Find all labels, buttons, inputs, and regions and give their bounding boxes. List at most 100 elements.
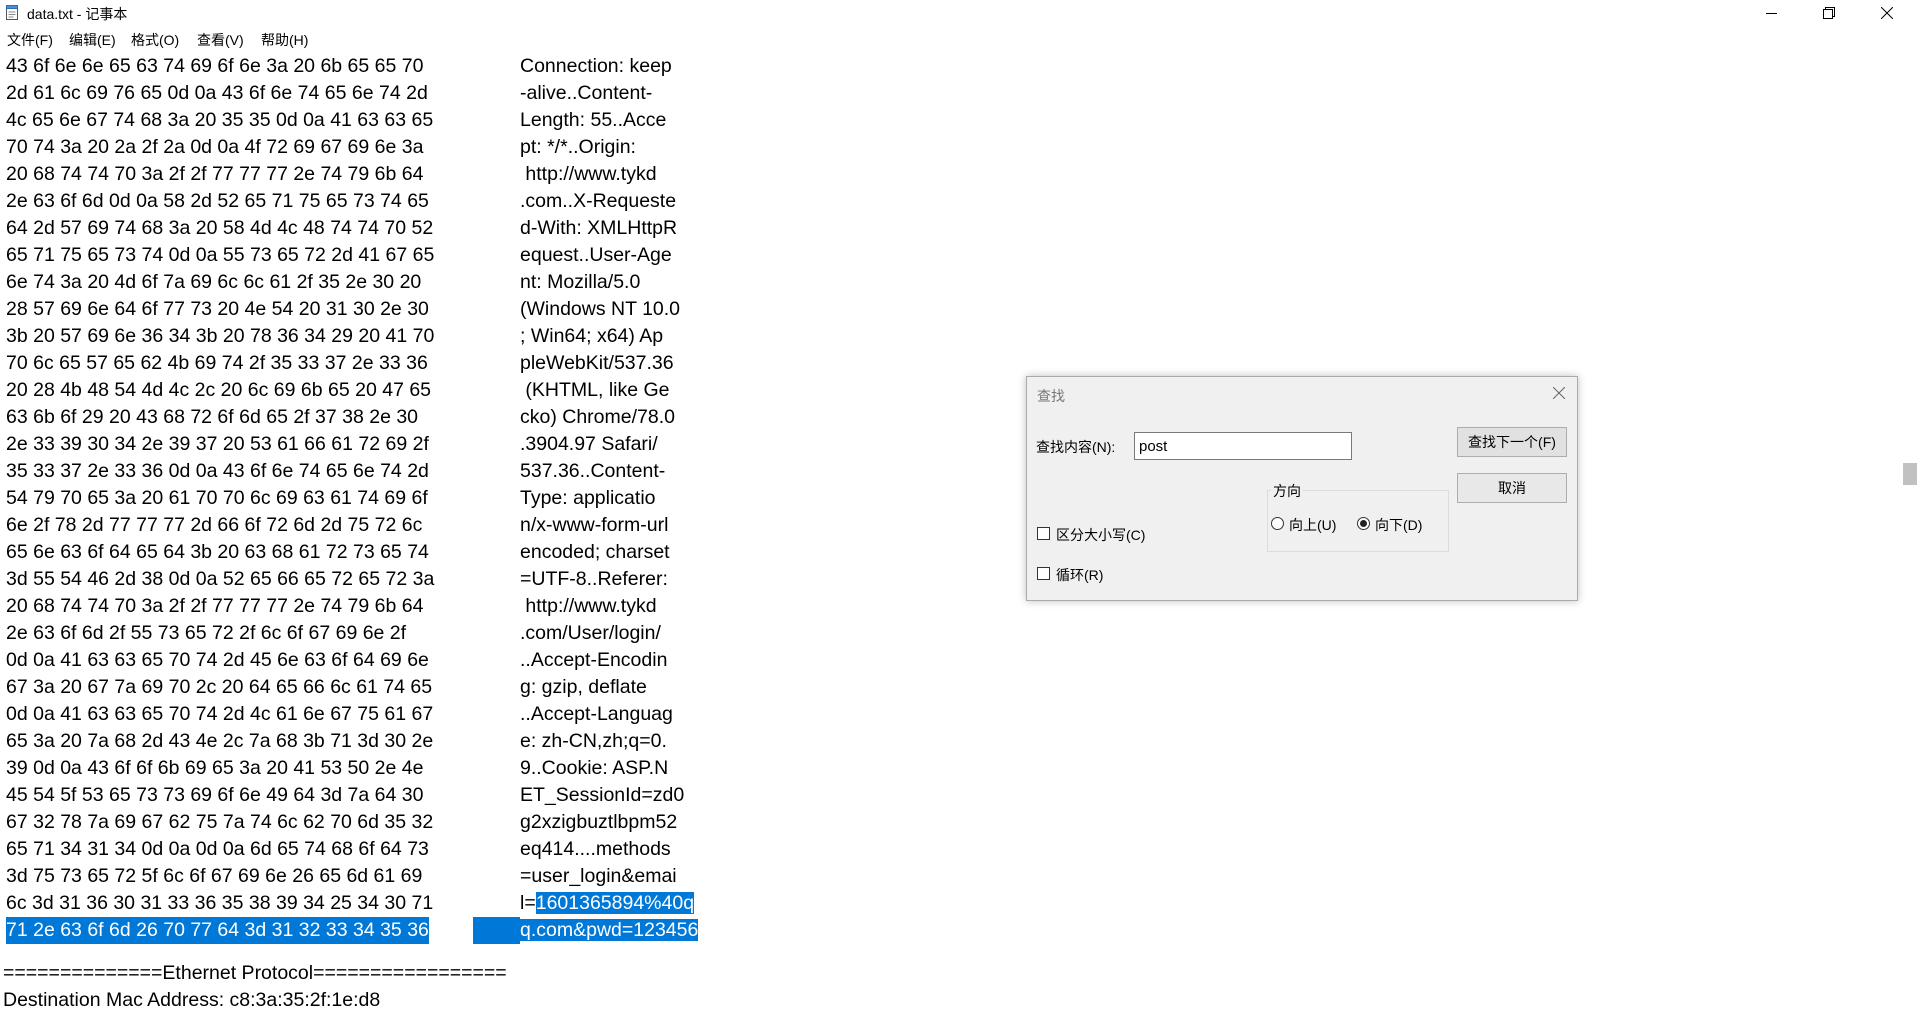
text-editor[interactable]: 43 6f 6e 6e 65 63 74 69 6f 6e 3a 20 6b 6… xyxy=(0,53,1900,1023)
hex-bytes: 43 6f 6e 6e 65 63 74 69 6f 6e 3a 20 6b 6… xyxy=(6,55,424,77)
hex-bytes: 3d 75 73 65 72 5f 6c 6f 67 69 6e 26 65 6… xyxy=(6,865,423,887)
hex-bytes: 20 28 4b 48 54 4d 4c 2c 20 6c 69 6b 65 2… xyxy=(6,379,432,401)
notepad-icon xyxy=(6,5,18,20)
hex-bytes: 6e 74 3a 20 4d 6f 7a 69 6c 6c 61 2f 35 2… xyxy=(6,271,422,293)
menu-view[interactable]: 查看(V) xyxy=(197,30,244,50)
ascii-text: equest..User-Age xyxy=(520,244,672,266)
hex-bytes: 39 0d 0a 43 6f 6f 6b 69 65 3a 20 41 53 5… xyxy=(6,757,424,779)
ascii-text: ..Accept-Encodin xyxy=(520,649,668,671)
ascii-text: nt: Mozilla/5.0 xyxy=(520,271,641,293)
ascii-text: pt: */*..Origin: xyxy=(520,136,636,158)
hex-bytes: 2e 63 6f 6d 0d 0a 58 2d 52 65 71 75 65 7… xyxy=(6,190,429,212)
ascii-text: ; Win64; x64) Ap xyxy=(520,325,664,347)
hex-dump-line: 65 3a 20 7a 68 2d 43 4e 2c 7a 68 3b 71 3… xyxy=(3,728,783,755)
direction-up-radio[interactable] xyxy=(1271,517,1284,530)
hex-dump-line: 45 54 5f 53 65 73 73 69 6f 6e 49 64 3d 7… xyxy=(3,782,783,809)
hex-bytes: 6c 3d 31 36 30 31 33 36 35 38 39 34 25 3… xyxy=(6,892,434,914)
title-bar: data.txt - 记事本 xyxy=(0,0,1920,26)
hex-bytes: 6e 2f 78 2d 77 77 77 2d 66 6f 72 6d 2d 7… xyxy=(6,514,423,536)
hex-dump-line: 67 32 78 7a 69 67 62 75 7a 74 6c 62 70 6… xyxy=(3,809,783,836)
minimize-button[interactable] xyxy=(1748,0,1794,26)
ascii-text: n/x-www-form-url xyxy=(520,514,669,536)
find-what-input[interactable] xyxy=(1134,432,1352,460)
ascii-text: encoded; charset xyxy=(520,541,670,563)
menu-bar: 文件(F) 编辑(E) 格式(O) 查看(V) 帮助(H) xyxy=(0,27,1920,51)
wrap-around-label[interactable]: 循环(R) xyxy=(1056,565,1103,585)
ascii-text: g2xzigbuztlbpm52 xyxy=(520,811,678,833)
ascii-text: (KHTML, like Ge xyxy=(520,379,670,401)
footer-line: ==============Ethernet Protocol=========… xyxy=(3,962,507,984)
hex-dump-line: 0d 0a 41 63 63 65 70 74 2d 4c 61 6e 67 7… xyxy=(3,701,783,728)
window-title: data.txt - 记事本 xyxy=(27,6,128,22)
find-dialog: 查找 查找内容(N): 查找下一个(F) 取消 方向 向上(U) 向下(D) 区… xyxy=(1026,376,1578,601)
hex-bytes: 3b 20 57 69 6e 36 34 3b 20 78 36 34 29 2… xyxy=(6,325,435,347)
ascii-text: pleWebKit/537.36 xyxy=(520,352,674,374)
match-case-label[interactable]: 区分大小写(C) xyxy=(1056,525,1145,545)
hex-dump-line: 2e 63 6f 6d 0d 0a 58 2d 52 65 71 75 65 7… xyxy=(3,188,783,215)
hex-dump-line: 2d 61 6c 69 76 65 0d 0a 43 6f 6e 74 65 6… xyxy=(3,80,783,107)
hex-dump-line: 65 71 75 65 73 74 0d 0a 55 73 65 72 2d 4… xyxy=(3,242,783,269)
ascii-text: Type: applicatio xyxy=(520,487,656,509)
close-button[interactable] xyxy=(1864,0,1910,26)
menu-edit[interactable]: 编辑(E) xyxy=(69,30,116,50)
hex-dump-line: 43 6f 6e 6e 65 63 74 69 6f 6e 3a 20 6b 6… xyxy=(3,53,783,80)
ascii-text: http://www.tykd xyxy=(520,595,657,617)
hex-dump-line: 67 3a 20 67 7a 69 70 2c 20 64 65 66 6c 6… xyxy=(3,674,783,701)
ascii-text: .com/User/login/ xyxy=(520,622,661,644)
menu-file[interactable]: 文件(F) xyxy=(7,30,53,50)
ascii-text: d-With: XMLHttpR xyxy=(520,217,678,239)
ascii-text: e: zh-CN,zh;q=0. xyxy=(520,730,667,752)
menu-help[interactable]: 帮助(H) xyxy=(261,30,308,50)
hex-bytes: 54 79 70 65 3a 20 61 70 70 6c 69 63 61 7… xyxy=(6,487,428,509)
dialog-title: 查找 xyxy=(1037,388,1065,404)
hex-dump-line: 6e 2f 78 2d 77 77 77 2d 66 6f 72 6d 2d 7… xyxy=(3,512,783,539)
hex-bytes: 45 54 5f 53 65 73 73 69 6f 6e 49 64 3d 7… xyxy=(6,784,424,806)
scrollbar-thumb[interactable] xyxy=(1903,463,1917,485)
ascii-text: cko) Chrome/78.0 xyxy=(520,406,675,428)
hex-bytes: 35 33 37 2e 33 36 0d 0a 43 6f 6e 74 65 6… xyxy=(6,460,429,482)
ascii-text: http://www.tykd xyxy=(520,163,657,185)
wrap-around-checkbox[interactable] xyxy=(1037,567,1050,580)
find-next-button[interactable]: 查找下一个(F) xyxy=(1457,427,1567,457)
close-icon xyxy=(1881,7,1893,19)
minimize-icon xyxy=(1765,12,1777,14)
hex-bytes: 67 32 78 7a 69 67 62 75 7a 74 6c 62 70 6… xyxy=(6,811,434,833)
hex-bytes: 0d 0a 41 63 63 65 70 74 2d 4c 61 6e 67 7… xyxy=(6,703,434,725)
hex-bytes: 2d 61 6c 69 76 65 0d 0a 43 6f 6e 74 65 6… xyxy=(6,82,428,104)
hex-bytes: 67 3a 20 67 7a 69 70 2c 20 64 65 66 6c 6… xyxy=(6,676,433,698)
hex-dump-line: 0d 0a 41 63 63 65 70 74 2d 45 6e 63 6f 6… xyxy=(3,647,783,674)
direction-up-label[interactable]: 向上(U) xyxy=(1289,515,1336,535)
ascii-text: Length: 55..Acce xyxy=(520,109,667,131)
ascii-text: 9..Cookie: ASP.N xyxy=(520,757,669,779)
hex-bytes: 2e 33 39 30 34 2e 39 37 20 53 61 66 61 7… xyxy=(6,433,429,455)
ascii-text: =UTF-8..Referer: xyxy=(520,568,668,590)
ascii-text: Connection: keep xyxy=(520,55,672,77)
ascii-text: .3904.97 Safari/ xyxy=(520,433,658,455)
hex-dump-line: 70 6c 65 57 65 62 4b 69 74 2f 35 33 37 2… xyxy=(3,350,783,377)
hex-dump-line: 3d 75 73 65 72 5f 6c 6f 67 69 6e 26 65 6… xyxy=(3,863,783,890)
ascii-text: ET_SessionId=zd0 xyxy=(520,784,685,806)
hex-dump-line: 3d 55 54 46 2d 38 0d 0a 52 65 66 65 72 6… xyxy=(3,566,783,593)
hex-bytes: 63 6b 6f 29 20 43 68 72 6f 6d 65 2f 37 3… xyxy=(6,406,419,428)
ascii-text: q.com&pwd=123456 xyxy=(520,919,699,941)
dialog-close-button[interactable] xyxy=(1549,383,1569,403)
vertical-scrollbar[interactable] xyxy=(1900,53,1920,1023)
ascii-text: .com..X-Requeste xyxy=(520,190,677,212)
hex-bytes: 28 57 69 6e 64 6f 77 73 20 4e 54 20 31 3… xyxy=(6,298,429,320)
hex-dump-line: 70 74 3a 20 2a 2f 2a 0d 0a 4f 72 69 67 6… xyxy=(3,134,783,161)
match-case-checkbox[interactable] xyxy=(1037,527,1050,540)
direction-down-label[interactable]: 向下(D) xyxy=(1375,515,1422,535)
hex-bytes: 64 2d 57 69 74 68 3a 20 58 4d 4c 48 74 7… xyxy=(6,217,434,239)
cancel-button[interactable]: 取消 xyxy=(1457,473,1567,503)
hex-dump-line: 3b 20 57 69 6e 36 34 3b 20 78 36 34 29 2… xyxy=(3,323,783,350)
hex-dump-line: 20 68 74 74 70 3a 2f 2f 77 77 77 2e 74 7… xyxy=(3,593,783,620)
menu-format[interactable]: 格式(O) xyxy=(131,30,179,50)
ascii-text: 537.36..Content- xyxy=(520,460,666,482)
hex-bytes: 65 3a 20 7a 68 2d 43 4e 2c 7a 68 3b 71 3… xyxy=(6,730,434,752)
hex-bytes: 71 2e 63 6f 6d 26 70 77 64 3d 31 32 33 3… xyxy=(6,917,429,944)
direction-down-radio[interactable] xyxy=(1357,517,1370,530)
hex-dump-line: 65 6e 63 6f 64 65 64 3b 20 63 68 61 72 7… xyxy=(3,539,783,566)
restore-button[interactable] xyxy=(1806,0,1852,26)
hex-bytes: 2e 63 6f 6d 2f 55 73 65 72 2f 6c 6f 67 6… xyxy=(6,622,407,644)
restore-icon xyxy=(1823,7,1835,19)
